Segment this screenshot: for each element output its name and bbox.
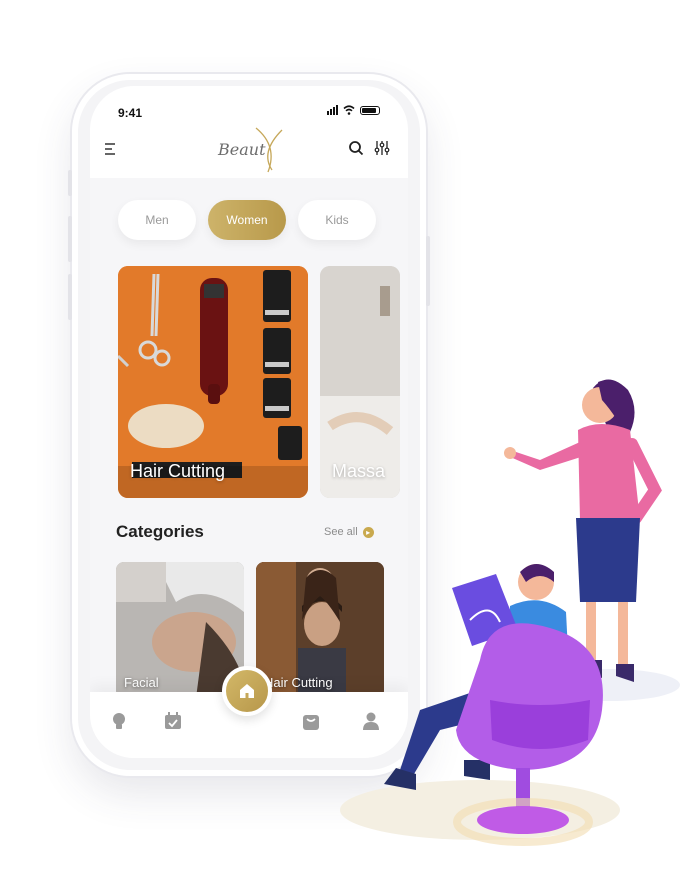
category-label: Hair Cutting — [264, 675, 333, 690]
logo-swash-icon — [255, 127, 283, 173]
featured-card-label: Hair Cutting — [130, 461, 226, 481]
bag-icon[interactable] — [300, 710, 322, 732]
brand-logo: Beaut — [208, 126, 298, 176]
calendar-icon[interactable] — [162, 710, 184, 732]
salon-illustration — [340, 379, 680, 846]
segment-kids[interactable]: Kids — [298, 200, 376, 240]
gender-segment-control: Men Women Kids — [118, 200, 376, 240]
app-header: Beaut — [90, 126, 408, 176]
home-icon — [240, 684, 254, 698]
wifi-icon — [343, 105, 355, 115]
filter-icon[interactable] — [374, 140, 390, 156]
category-label: Facial — [124, 675, 159, 690]
featured-card-hair-cutting[interactable]: Hair Cutting — [118, 266, 308, 498]
segment-women[interactable]: Women — [208, 200, 286, 240]
battery-icon — [360, 105, 380, 115]
signal-icon — [327, 105, 338, 115]
home-tab-button[interactable] — [222, 666, 272, 716]
status-icons — [327, 105, 380, 115]
menu-icon[interactable] — [104, 142, 118, 156]
segment-men[interactable]: Men — [118, 200, 196, 240]
categories-title: Categories — [116, 522, 204, 541]
status-time: 9:41 — [118, 106, 143, 120]
bulb-icon[interactable] — [108, 710, 130, 732]
marketing-stage: 9:41 Beaut Men Women Kids Hair Cutting M… — [0, 0, 680, 870]
search-icon[interactable] — [348, 140, 364, 156]
